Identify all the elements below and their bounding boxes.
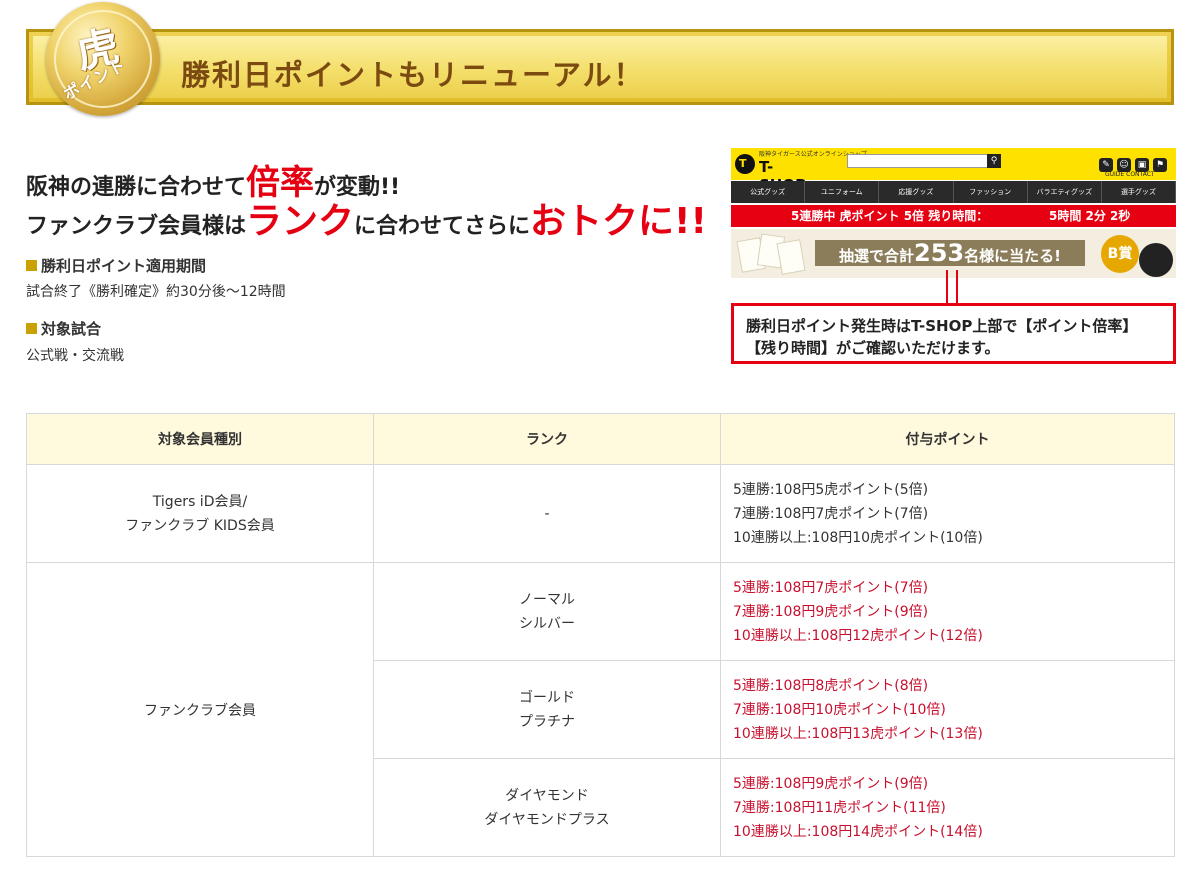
tshop-guide-links: GUIDE CONTACT xyxy=(1105,171,1155,178)
points-line: 10連勝以上:108円13虎ポイント(13倍) xyxy=(733,725,983,742)
member-type-line: ファンクラブ KIDS会員 xyxy=(125,517,275,534)
rank-cell: ダイヤモンド ダイヤモンドプラス xyxy=(373,758,721,857)
points-line: 7連勝:108円9虎ポイント(9倍) xyxy=(733,603,929,620)
lottery-number: 253 xyxy=(914,239,965,267)
tshop-screenshot: T 阪神タイガース公式オンラインショップ T-SHOP ⚲ ✎ ☺ ▣ ⚑ GUIDE… xyxy=(731,148,1176,278)
points-line: 7連勝:108円11虎ポイント(11倍) xyxy=(733,799,946,816)
headline-emphasis: ランク xyxy=(246,201,355,242)
points-line: 10連勝以上:108円12虎ポイント(12倍) xyxy=(733,627,983,644)
headline-emphasis: おトクに!! xyxy=(530,201,707,242)
rank-line: ダイヤモンドプラス xyxy=(484,811,610,828)
callout-line-2: 【残り時間】がご確認いただけます。 xyxy=(746,339,1000,357)
pencil-icon: ✎ xyxy=(1099,158,1113,172)
points-cell: 5連勝:108円9虎ポイント(9倍) 7連勝:108円11虎ポイント(11倍) … xyxy=(720,758,1175,857)
section-banner: 勝利日ポイントもリニューアル！ xyxy=(26,29,1174,105)
tshop-point-status: 5連勝中 虎ポイント 5倍 残り時間： xyxy=(791,209,989,223)
ball-icon xyxy=(1139,243,1173,277)
tshop-nav-item: バラエティグッズ xyxy=(1028,181,1102,203)
tshop-nav-item: 公式グッズ xyxy=(731,181,806,203)
callout-box: 勝利日ポイント発生時はT-SHOP上部で【ポイント倍率】 【残り時間】がご確認い… xyxy=(731,303,1176,364)
target-text: 公式戦・交流戦 xyxy=(26,348,124,364)
user-icon: ☺ xyxy=(1117,158,1131,172)
rank-line: ゴールド xyxy=(519,689,575,706)
points-cell: 5連勝:108円8虎ポイント(8倍) 7連勝:108円10虎ポイント(10倍) … xyxy=(720,660,1175,759)
tora-point-medal-icon: 虎 ポイント xyxy=(46,2,160,116)
points-line: 7連勝:108円10虎ポイント(10倍) xyxy=(733,701,946,718)
tigers-logo-icon: T xyxy=(735,154,755,174)
tshop-search-box xyxy=(847,154,997,168)
period-heading-label: 勝利日ポイント適用期間 xyxy=(41,257,207,275)
header-member-type: 対象会員種別 xyxy=(26,413,374,465)
points-cell: 5連勝:108円5虎ポイント(5倍) 7連勝:108円7虎ポイント(7倍) 10… xyxy=(720,464,1175,563)
rank-line: プラチナ xyxy=(519,713,575,730)
banner-title: 勝利日ポイントもリニューアル！ xyxy=(181,58,645,92)
table-row: Tigers iD会員/ ファンクラブ KIDS会員 - 5連勝:108円5虎ポ… xyxy=(26,464,1175,563)
points-line: 10連勝以上:108円10虎ポイント(10倍) xyxy=(733,529,983,546)
tshop-header: T 阪神タイガース公式オンラインショップ T-SHOP ⚲ ✎ ☺ ▣ ⚑ GUIDE… xyxy=(731,148,1176,194)
member-type-cell: ファンクラブ会員 xyxy=(26,562,374,857)
rank-cell: - xyxy=(373,464,721,563)
rank-cell: ゴールド プラチナ xyxy=(373,660,721,759)
points-line: 7連勝:108円7虎ポイント(7倍) xyxy=(733,505,929,522)
headline-text: ファンクラブ会員様は xyxy=(26,214,247,239)
tshop-lottery-text: 抽選で合計253名様に当たる! xyxy=(815,240,1085,266)
points-line: 5連勝:108円8虎ポイント(8倍) xyxy=(733,677,929,694)
header-points: 付与ポイント xyxy=(720,413,1175,465)
banner-background: 勝利日ポイントもリニューアル！ xyxy=(33,36,1167,98)
target-heading: 対象試合 xyxy=(26,318,101,339)
tshop-nav-item: ユニフォーム xyxy=(805,181,880,203)
square-bullet-icon xyxy=(26,260,37,271)
lottery-text-b: 名様に当たる! xyxy=(964,247,1061,265)
rank-cell: ノーマル シルバー xyxy=(373,562,721,661)
period-heading: 勝利日ポイント適用期間 xyxy=(26,255,206,276)
period-text: 試合終了《勝利確定》約30分後〜12時間 xyxy=(26,284,286,300)
tshop-header-icons: ✎ ☺ ▣ ⚑ xyxy=(1099,152,1171,172)
headline-text: に合わせてさらに xyxy=(354,214,531,239)
prize-badge: B賞 xyxy=(1101,235,1139,273)
callout-pointer xyxy=(946,270,958,304)
search-icon: ⚲ xyxy=(987,154,1001,168)
target-heading-label: 対象試合 xyxy=(41,320,102,338)
headline-line-2: ファンクラブ会員様はランクに合わせてさらにおトクに!! xyxy=(26,192,707,244)
points-line: 5連勝:108円9虎ポイント(9倍) xyxy=(733,775,929,792)
table-row: ファンクラブ会員 ノーマル シルバー 5連勝:108円7虎ポイント(7倍) 7連… xyxy=(26,562,1175,857)
square-bullet-icon xyxy=(26,323,37,334)
tshop-logo: T 阪神タイガース公式オンラインショップ T-SHOP xyxy=(735,151,867,194)
cart-icon: ⚑ xyxy=(1153,158,1167,172)
points-line: 10連勝以上:108円14虎ポイント(14倍) xyxy=(733,823,983,840)
rank-line: ノーマル xyxy=(519,591,575,608)
cards-illustration-icon xyxy=(735,233,807,275)
member-type-cell: Tigers iD会員/ ファンクラブ KIDS会員 xyxy=(26,464,374,563)
tshop-nav-item: 応援グッズ xyxy=(879,181,954,203)
member-type-line: Tigers iD会員/ xyxy=(152,493,248,510)
points-line: 5連勝:108円5虎ポイント(5倍) xyxy=(733,481,929,498)
tshop-nav: 公式グッズ ユニフォーム 応援グッズ ファッション バラエティグッズ 選手グッズ xyxy=(731,181,1176,203)
header-rank: ランク xyxy=(373,413,721,465)
points-cell: 5連勝:108円7虎ポイント(7倍) 7連勝:108円9虎ポイント(9倍) 10… xyxy=(720,562,1175,661)
lock-icon: ▣ xyxy=(1135,158,1149,172)
lottery-text-a: 抽選で合計 xyxy=(839,247,915,265)
tshop-remaining-time: 5時間 2分 2秒 xyxy=(1049,209,1131,223)
tshop-point-bar: 5連勝中 虎ポイント 5倍 残り時間： 5時間 2分 2秒 xyxy=(731,205,1176,227)
callout-line-1: 勝利日ポイント発生時はT-SHOP上部で【ポイント倍率】 xyxy=(746,317,1138,335)
point-rate-table: 対象会員種別 ランク 付与ポイント Tigers iD会員/ ファンクラブ KI… xyxy=(26,413,1175,857)
rank-line: ダイヤモンド xyxy=(505,787,589,804)
rank-line: シルバー xyxy=(519,615,575,632)
table-header-row: 対象会員種別 ランク 付与ポイント xyxy=(26,413,1175,465)
points-line: 5連勝:108円7虎ポイント(7倍) xyxy=(733,579,929,596)
tshop-nav-item: ファッション xyxy=(954,181,1028,203)
tshop-nav-item: 選手グッズ xyxy=(1102,181,1176,203)
